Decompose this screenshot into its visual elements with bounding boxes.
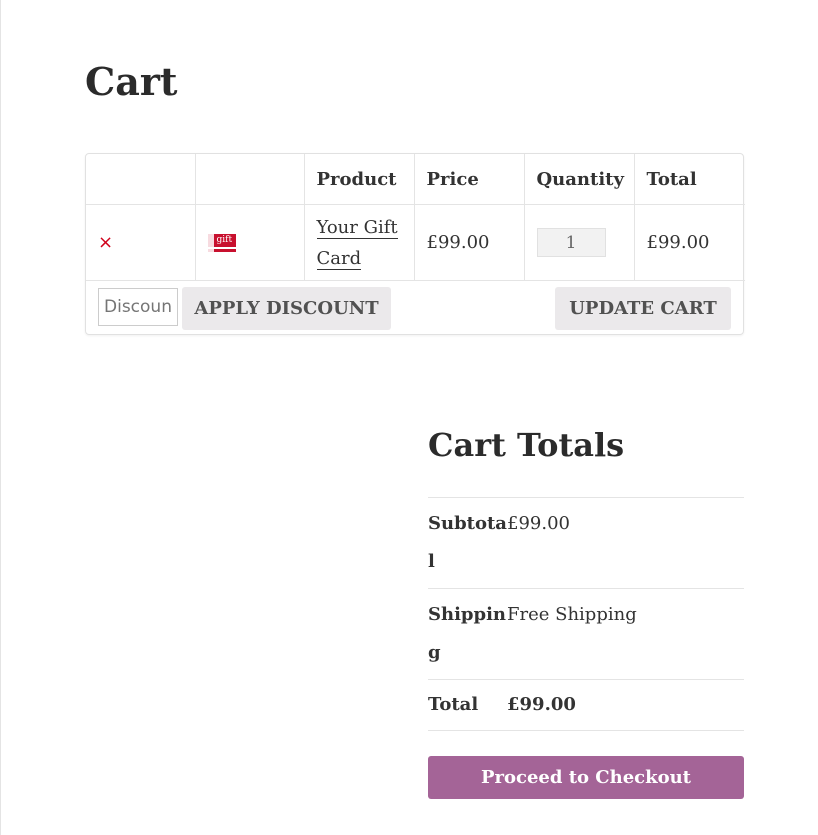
update-cart-button[interactable]: UPDATE CART (555, 287, 731, 330)
shipping-label: Shipping (428, 604, 507, 663)
cart-actions: APPLY DISCOUNT UPDATE CART (86, 281, 743, 335)
header-total: Total (634, 154, 745, 205)
order-total-row: Total £99.00 (428, 680, 744, 731)
header-thumbnail (195, 154, 305, 205)
quantity-cell (524, 204, 635, 281)
thumbnail-stripe (207, 234, 214, 252)
product-name-link[interactable]: Your Gift Card (316, 216, 398, 270)
subtotal-value: £99.00 (507, 513, 570, 534)
table-header-row: Product Price Quantity Total (86, 154, 745, 205)
discount-code-input[interactable] (98, 288, 178, 326)
header-quantity: Quantity (524, 154, 635, 205)
table-row: × gift Your Gift Card £99.00 £99.00 (86, 204, 745, 281)
shipping-value: Free Shipping (507, 604, 637, 625)
thumbnail-text: gift (216, 235, 233, 245)
apply-discount-button[interactable]: APPLY DISCOUNT (182, 287, 391, 330)
header-product: Product (304, 154, 415, 205)
shipping-row: Shipping Free Shipping (428, 589, 744, 680)
product-cell: Your Gift Card (304, 204, 415, 281)
order-total-label: Total (428, 694, 479, 715)
remove-item-icon[interactable]: × (98, 232, 113, 253)
cart-items-table: Product Price Quantity Total × gift Your… (86, 154, 745, 281)
totals-table: Subtotal £99.00 Shipping Free Shipping T… (428, 497, 744, 731)
page-title: Cart (85, 59, 178, 104)
header-price: Price (414, 154, 525, 205)
header-remove (86, 154, 196, 205)
cart-totals-heading: Cart Totals (428, 426, 625, 464)
total-cell: £99.00 (634, 204, 745, 281)
cart-table: Product Price Quantity Total × gift Your… (85, 153, 745, 335)
price-cell: £99.00 (414, 204, 525, 281)
subtotal-row: Subtotal £99.00 (428, 498, 744, 589)
order-total-value: £99.00 (507, 694, 576, 715)
thumbnail-bar (207, 247, 236, 249)
proceed-to-checkout-button[interactable]: Proceed to Checkout (428, 756, 744, 799)
gift-card-thumbnail[interactable]: gift (207, 234, 236, 252)
quantity-input[interactable] (536, 228, 606, 257)
cart-totals: Cart Totals Subtotal £99.00 Shipping Fre… (428, 422, 744, 799)
subtotal-label: Subtotal (428, 513, 507, 572)
thumbnail-cell: gift (195, 204, 305, 281)
remove-cell: × (86, 204, 196, 281)
